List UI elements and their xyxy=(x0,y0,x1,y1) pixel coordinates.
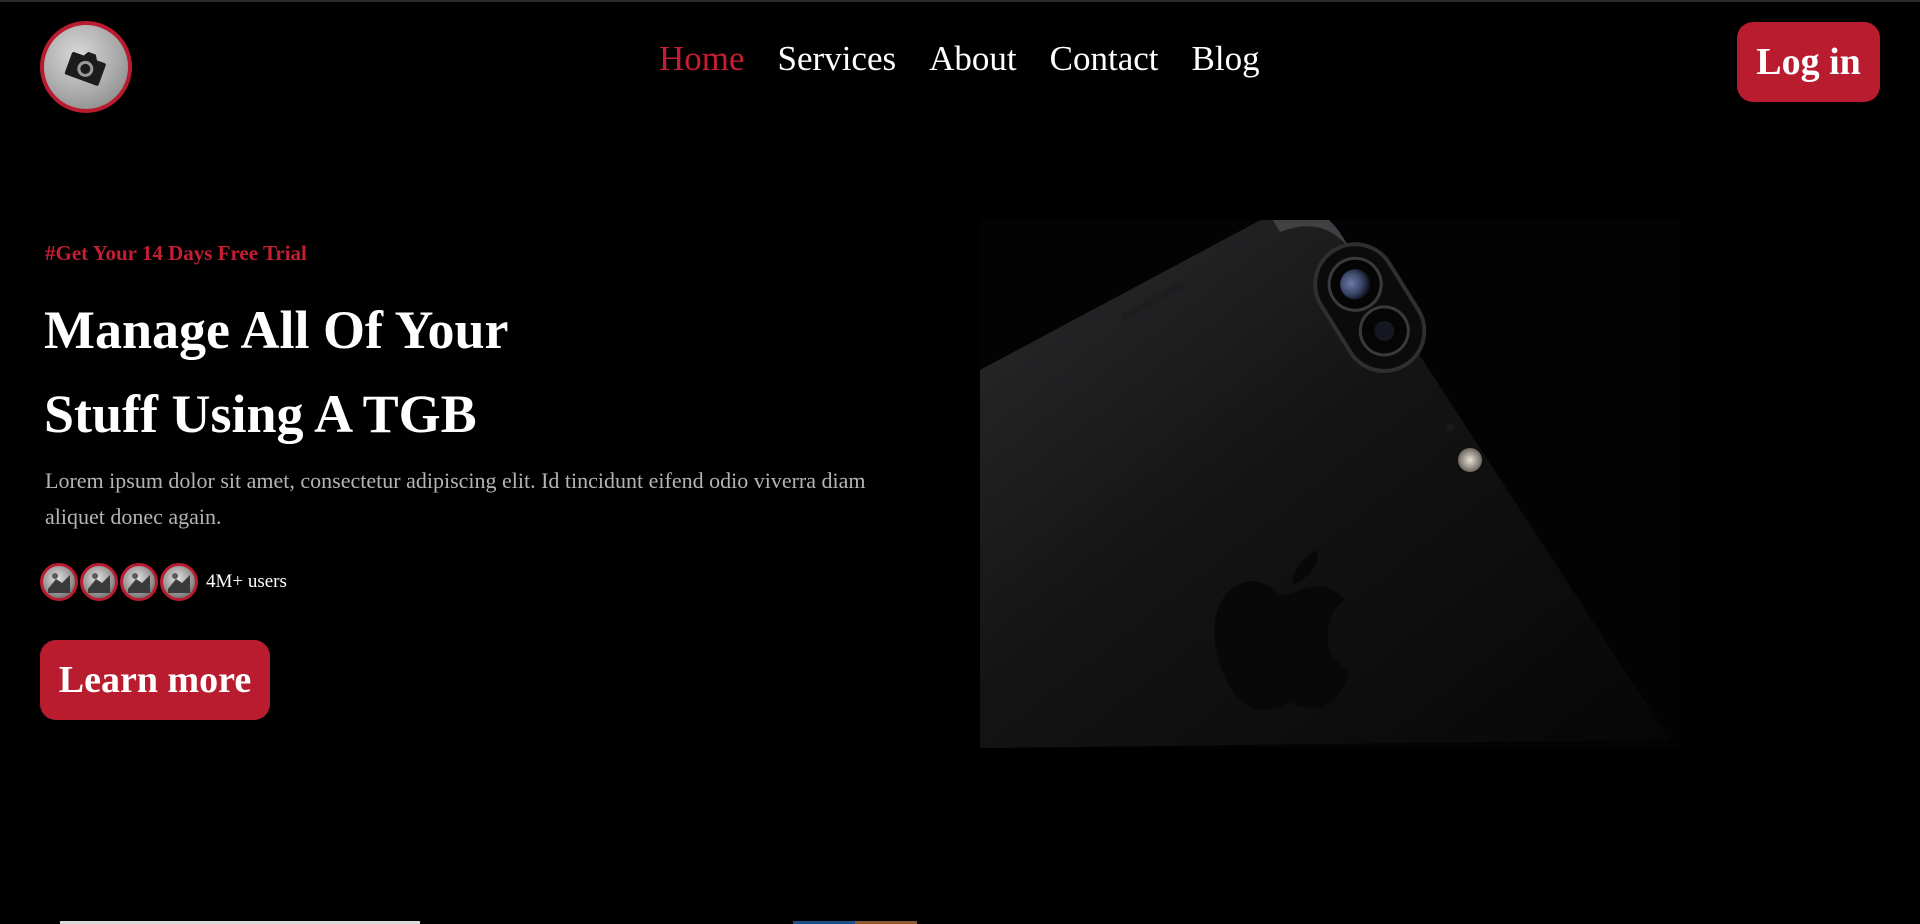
hero-headline-line2: Stuff Using A TGB xyxy=(44,384,477,444)
top-border xyxy=(0,0,1920,2)
hero-phone-image xyxy=(980,220,1680,748)
learn-more-button[interactable]: Learn more xyxy=(40,640,270,720)
avatar xyxy=(160,563,198,601)
nav-services[interactable]: Services xyxy=(778,38,897,80)
nav-about[interactable]: About xyxy=(929,38,1017,80)
hero-headline: Manage All Of Your Stuff Using A TGB xyxy=(44,288,664,456)
nav-home[interactable]: Home xyxy=(659,38,745,80)
users-group: 4M+ users xyxy=(40,563,287,601)
smartphone-image xyxy=(980,220,1670,748)
logo[interactable] xyxy=(40,21,132,113)
hero-headline-line1: Manage All Of Your xyxy=(44,300,509,360)
avatar xyxy=(80,563,118,601)
hero-description: Lorem ipsum dolor sit amet, consectetur … xyxy=(45,468,866,529)
avatar xyxy=(120,563,158,601)
user-avatar-icon xyxy=(168,573,190,593)
user-avatar-icon xyxy=(48,573,70,593)
nav-blog[interactable]: Blog xyxy=(1192,38,1260,80)
user-avatar-icon xyxy=(128,573,150,593)
hero-tagline: #Get Your 14 Days Free Trial xyxy=(45,241,307,265)
users-count: 4M+ users xyxy=(206,571,287,592)
nav-contact[interactable]: Contact xyxy=(1050,38,1159,80)
user-avatar-icon xyxy=(88,573,110,593)
camera-icon xyxy=(64,51,106,86)
avatar xyxy=(40,563,78,601)
login-button[interactable]: Log in xyxy=(1737,22,1880,102)
main-nav: Home Services About Contact Blog xyxy=(659,38,1260,80)
